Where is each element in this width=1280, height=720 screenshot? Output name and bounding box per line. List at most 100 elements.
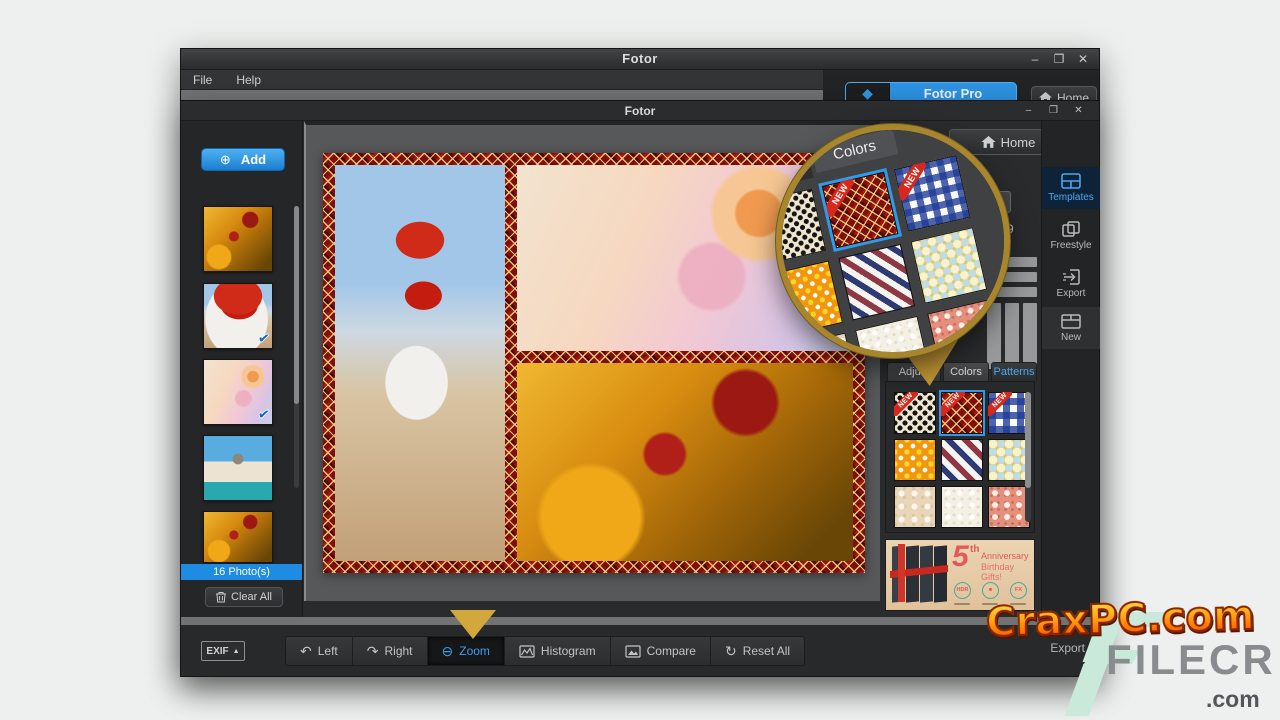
clear-all-label: Clear All (231, 591, 272, 603)
photo-sidebar: ⊕ Add ✔ ✔ 16 Photo(s) Clear All (181, 121, 303, 617)
pattern-swatch-stripes[interactable] (941, 439, 983, 481)
add-label: Add (241, 152, 266, 167)
collage-cell-girls-autumn[interactable] (517, 363, 853, 561)
pattern-swatch-flowers[interactable] (988, 439, 1030, 481)
new-ribbon: NEW (894, 392, 918, 416)
new-ribbon: NEW (988, 392, 1012, 416)
banner-ordinal: th (970, 544, 979, 555)
magnified-swatch-blue-gingham: NEW (894, 155, 971, 232)
patterns-scrollbar[interactable] (1025, 392, 1031, 522)
filecr-logo-stem (1065, 664, 1108, 716)
reset-all-button[interactable]: ↻ Reset All (711, 637, 804, 665)
fx-badge: FX (1010, 582, 1027, 599)
rotate-right-button[interactable]: ↷ Right (353, 637, 428, 665)
rotate-left-label: Left (318, 644, 338, 658)
checkmark-icon: ✔ (257, 405, 270, 423)
magnified-swatch-orange (776, 260, 843, 337)
magnifier-circle: Adjust Colors NEW NEW NEW (776, 124, 1010, 358)
new-ribbon: NEW (894, 162, 932, 200)
photo-count-badge: 16 Photo(s) (181, 564, 302, 580)
magnified-patterns-panel: Adjust Colors NEW NEW NEW (776, 124, 1010, 358)
compare-button[interactable]: Compare (611, 637, 711, 665)
outer-window-title: Fotor (181, 51, 1099, 66)
pattern-swatch-red-plaid-selected[interactable]: NEW (941, 392, 983, 434)
tab-colors[interactable]: Colors (943, 362, 989, 381)
pattern-swatch-orange[interactable] (894, 439, 936, 481)
thumbnail-girls-autumn-2[interactable] (203, 511, 273, 563)
inner-close-button[interactable]: ✕ (1066, 103, 1091, 118)
toolbar-divider (181, 617, 1099, 625)
magnified-swatch-flowers (910, 227, 987, 304)
screenshot-root: Fotor – ❐ ✕ File Help ◆ Fotor Pro Home F… (0, 0, 1280, 720)
thumbnail-beach-child[interactable]: ✔ (203, 283, 273, 349)
histogram-icon (519, 645, 535, 658)
badge-caption (954, 603, 970, 605)
banner-line1: Anniversary (981, 551, 1029, 561)
filecr-tld: .com (1206, 686, 1260, 713)
software-box (934, 545, 947, 602)
tool-freestyle[interactable]: Freestyle (1042, 215, 1100, 257)
toolbar-button-group: ↶ Left ↷ Right ⊖ Zoom Histogram Comp (285, 636, 805, 666)
clear-all-button[interactable]: Clear All (205, 587, 283, 607)
gift-ribbon (898, 544, 905, 602)
tab-patterns[interactable]: Patterns (991, 362, 1037, 381)
exif-label: EXIF (206, 646, 228, 657)
tool-new[interactable]: New (1042, 307, 1100, 349)
templates-icon (1061, 173, 1081, 189)
new-label: New (1061, 332, 1081, 343)
inner-minimize-button[interactable]: – (1016, 103, 1041, 118)
thumbnail-venice[interactable] (203, 435, 273, 501)
pattern-swatch-blue-gingham[interactable]: NEW (988, 392, 1030, 434)
hdr-badge: HDR (954, 582, 971, 599)
right-tool-rail: Templates Freestyle Export New (1041, 121, 1099, 617)
inner-maximize-button[interactable]: ❐ (1041, 103, 1066, 118)
rotate-right-label: Right (384, 644, 412, 658)
inner-window-title: Fotor (181, 104, 1099, 118)
layout-column-bar[interactable] (1005, 303, 1019, 369)
layout-column-bar[interactable] (1023, 303, 1037, 369)
thumbnail-flower[interactable]: ✔ (203, 359, 273, 425)
trash-icon (216, 591, 226, 603)
reset-all-label: Reset All (743, 644, 790, 658)
pattern-swatch-white-floral[interactable] (941, 486, 983, 528)
menu-file[interactable]: File (181, 70, 224, 90)
rotate-left-icon: ↶ (300, 644, 312, 658)
banner-number: 5 (952, 542, 969, 572)
magnified-swatch-white-floral (855, 316, 932, 358)
close-button[interactable]: ✕ (1071, 49, 1095, 69)
pattern-swatch-pink-floral[interactable] (988, 486, 1030, 528)
sidebar-scrollbar-thumb[interactable] (294, 206, 299, 404)
portrait-badge-icon: ☻ (982, 582, 999, 599)
filecr-text: FILECR (1106, 636, 1276, 684)
maximize-button[interactable]: ❐ (1047, 49, 1071, 69)
add-photos-button[interactable]: ⊕ Add (201, 148, 285, 171)
zoom-button[interactable]: ⊖ Zoom (428, 637, 505, 665)
exif-button[interactable]: EXIF ▲ (201, 641, 245, 661)
tool-templates[interactable]: Templates (1042, 167, 1100, 209)
inner-title-bar[interactable]: Fotor – ❐ ✕ (181, 101, 1099, 121)
magnified-swatch-pink-floral (927, 299, 1004, 358)
magnified-tab-colors: Colors (811, 129, 899, 173)
new-collage-icon (1061, 314, 1081, 329)
minimize-button[interactable]: – (1023, 49, 1047, 69)
thumbnail-girls-autumn[interactable] (203, 206, 273, 272)
zoom-out-icon: ⊖ (442, 644, 454, 658)
pattern-swatch-polka[interactable]: NEW (894, 392, 936, 434)
rotate-left-button[interactable]: ↶ Left (286, 637, 353, 665)
craxpc-watermark: CraxPC.com (985, 592, 1276, 646)
plus-circle-icon: ⊕ (220, 152, 231, 168)
templates-label: Templates (1048, 192, 1094, 203)
freestyle-icon (1062, 221, 1080, 237)
tool-export[interactable]: Export (1042, 263, 1100, 305)
arrow-up-icon: ▲ (233, 648, 240, 655)
collage-cell-beach-child[interactable] (335, 165, 505, 561)
banner-line2: Birthday Gifts! (981, 562, 1034, 582)
zoom-label: Zoom (459, 644, 490, 658)
histogram-button[interactable]: Histogram (505, 637, 611, 665)
outer-title-bar[interactable]: Fotor – ❐ ✕ (181, 49, 1099, 70)
pattern-swatch-beige-floral[interactable] (894, 486, 936, 528)
new-ribbon: NEW (822, 179, 860, 217)
patterns-panel: NEW NEW NEW (885, 381, 1035, 533)
freestyle-label: Freestyle (1050, 240, 1091, 251)
menu-help[interactable]: Help (224, 70, 273, 90)
